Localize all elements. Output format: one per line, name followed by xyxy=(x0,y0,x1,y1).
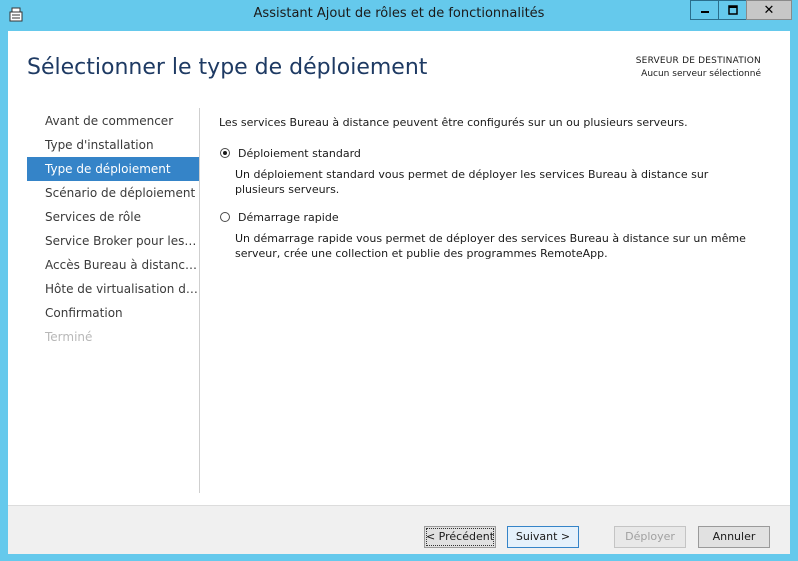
main-content: Les services Bureau à distance peuvent ê… xyxy=(219,116,779,273)
nav-item-services-role[interactable]: Services de rôle xyxy=(27,205,199,229)
next-button[interactable]: Suivant > xyxy=(507,526,579,548)
maximize-icon xyxy=(727,5,738,15)
radio-deploiement-standard[interactable] xyxy=(220,148,230,158)
option-description: Un démarrage rapide vous permet de déplo… xyxy=(235,232,746,260)
wizard-window: Assistant Ajout de rôles et de fonctionn… xyxy=(0,0,798,561)
title-bar[interactable]: Assistant Ajout de rôles et de fonctionn… xyxy=(0,0,798,30)
option-label[interactable]: Déploiement standard xyxy=(238,145,361,163)
nav-item-scenario-deploiement[interactable]: Scénario de déploiement xyxy=(27,181,199,205)
cancel-button[interactable]: Annuler xyxy=(698,526,770,548)
destination-value: Aucun serveur sélectionné xyxy=(641,69,761,79)
close-button[interactable]: ✕ xyxy=(746,0,792,20)
window-title: Assistant Ajout de rôles et de fonctionn… xyxy=(253,6,545,21)
destination-server-info: SERVEUR DE DESTINATION Aucun serveur sél… xyxy=(636,55,761,81)
nav-item-avant-de-commencer[interactable]: Avant de commencer xyxy=(27,109,199,133)
deploy-button: Déployer xyxy=(614,526,686,548)
page-title: Sélectionner le type de déploiement xyxy=(27,55,428,80)
nav-item-acces-bureau[interactable]: Accès Bureau à distance... xyxy=(27,253,199,277)
nav-item-hote-virtualisation[interactable]: Hôte de virtualisation des... xyxy=(27,277,199,301)
option-demarrage-rapide[interactable]: Démarrage rapide xyxy=(219,209,779,227)
destination-label: SERVEUR DE DESTINATION xyxy=(635,56,761,66)
radio-demarrage-rapide[interactable] xyxy=(220,212,230,222)
nav-item-service-broker[interactable]: Service Broker pour les c... xyxy=(27,229,199,253)
wizard-footer: < Précédent Suivant > Déployer Annuler xyxy=(8,505,790,554)
nav-item-type-installation[interactable]: Type d'installation xyxy=(27,133,199,157)
maximize-button[interactable] xyxy=(718,0,746,20)
option-label[interactable]: Démarrage rapide xyxy=(238,209,339,227)
radio-selected-dot xyxy=(223,151,227,155)
nav-item-termine: Terminé xyxy=(45,330,93,344)
wizard-client-area: Sélectionner le type de déploiement SERV… xyxy=(8,31,790,554)
option-deploiement-standard[interactable]: Déploiement standard xyxy=(219,145,779,163)
option-description: Un déploiement standard vous permet de d… xyxy=(235,168,709,196)
minimize-button[interactable] xyxy=(690,0,718,20)
wizard-steps-nav: Avant de commencer Type d'installation T… xyxy=(27,109,199,349)
nav-item-type-deploiement[interactable]: Type de déploiement xyxy=(27,157,199,181)
nav-divider xyxy=(199,108,200,493)
previous-button[interactable]: < Précédent xyxy=(424,526,496,548)
intro-text: Les services Bureau à distance peuvent ê… xyxy=(219,116,688,129)
close-icon: ✕ xyxy=(763,2,775,18)
minimize-icon xyxy=(700,11,709,13)
nav-item-confirmation[interactable]: Confirmation xyxy=(27,301,199,325)
